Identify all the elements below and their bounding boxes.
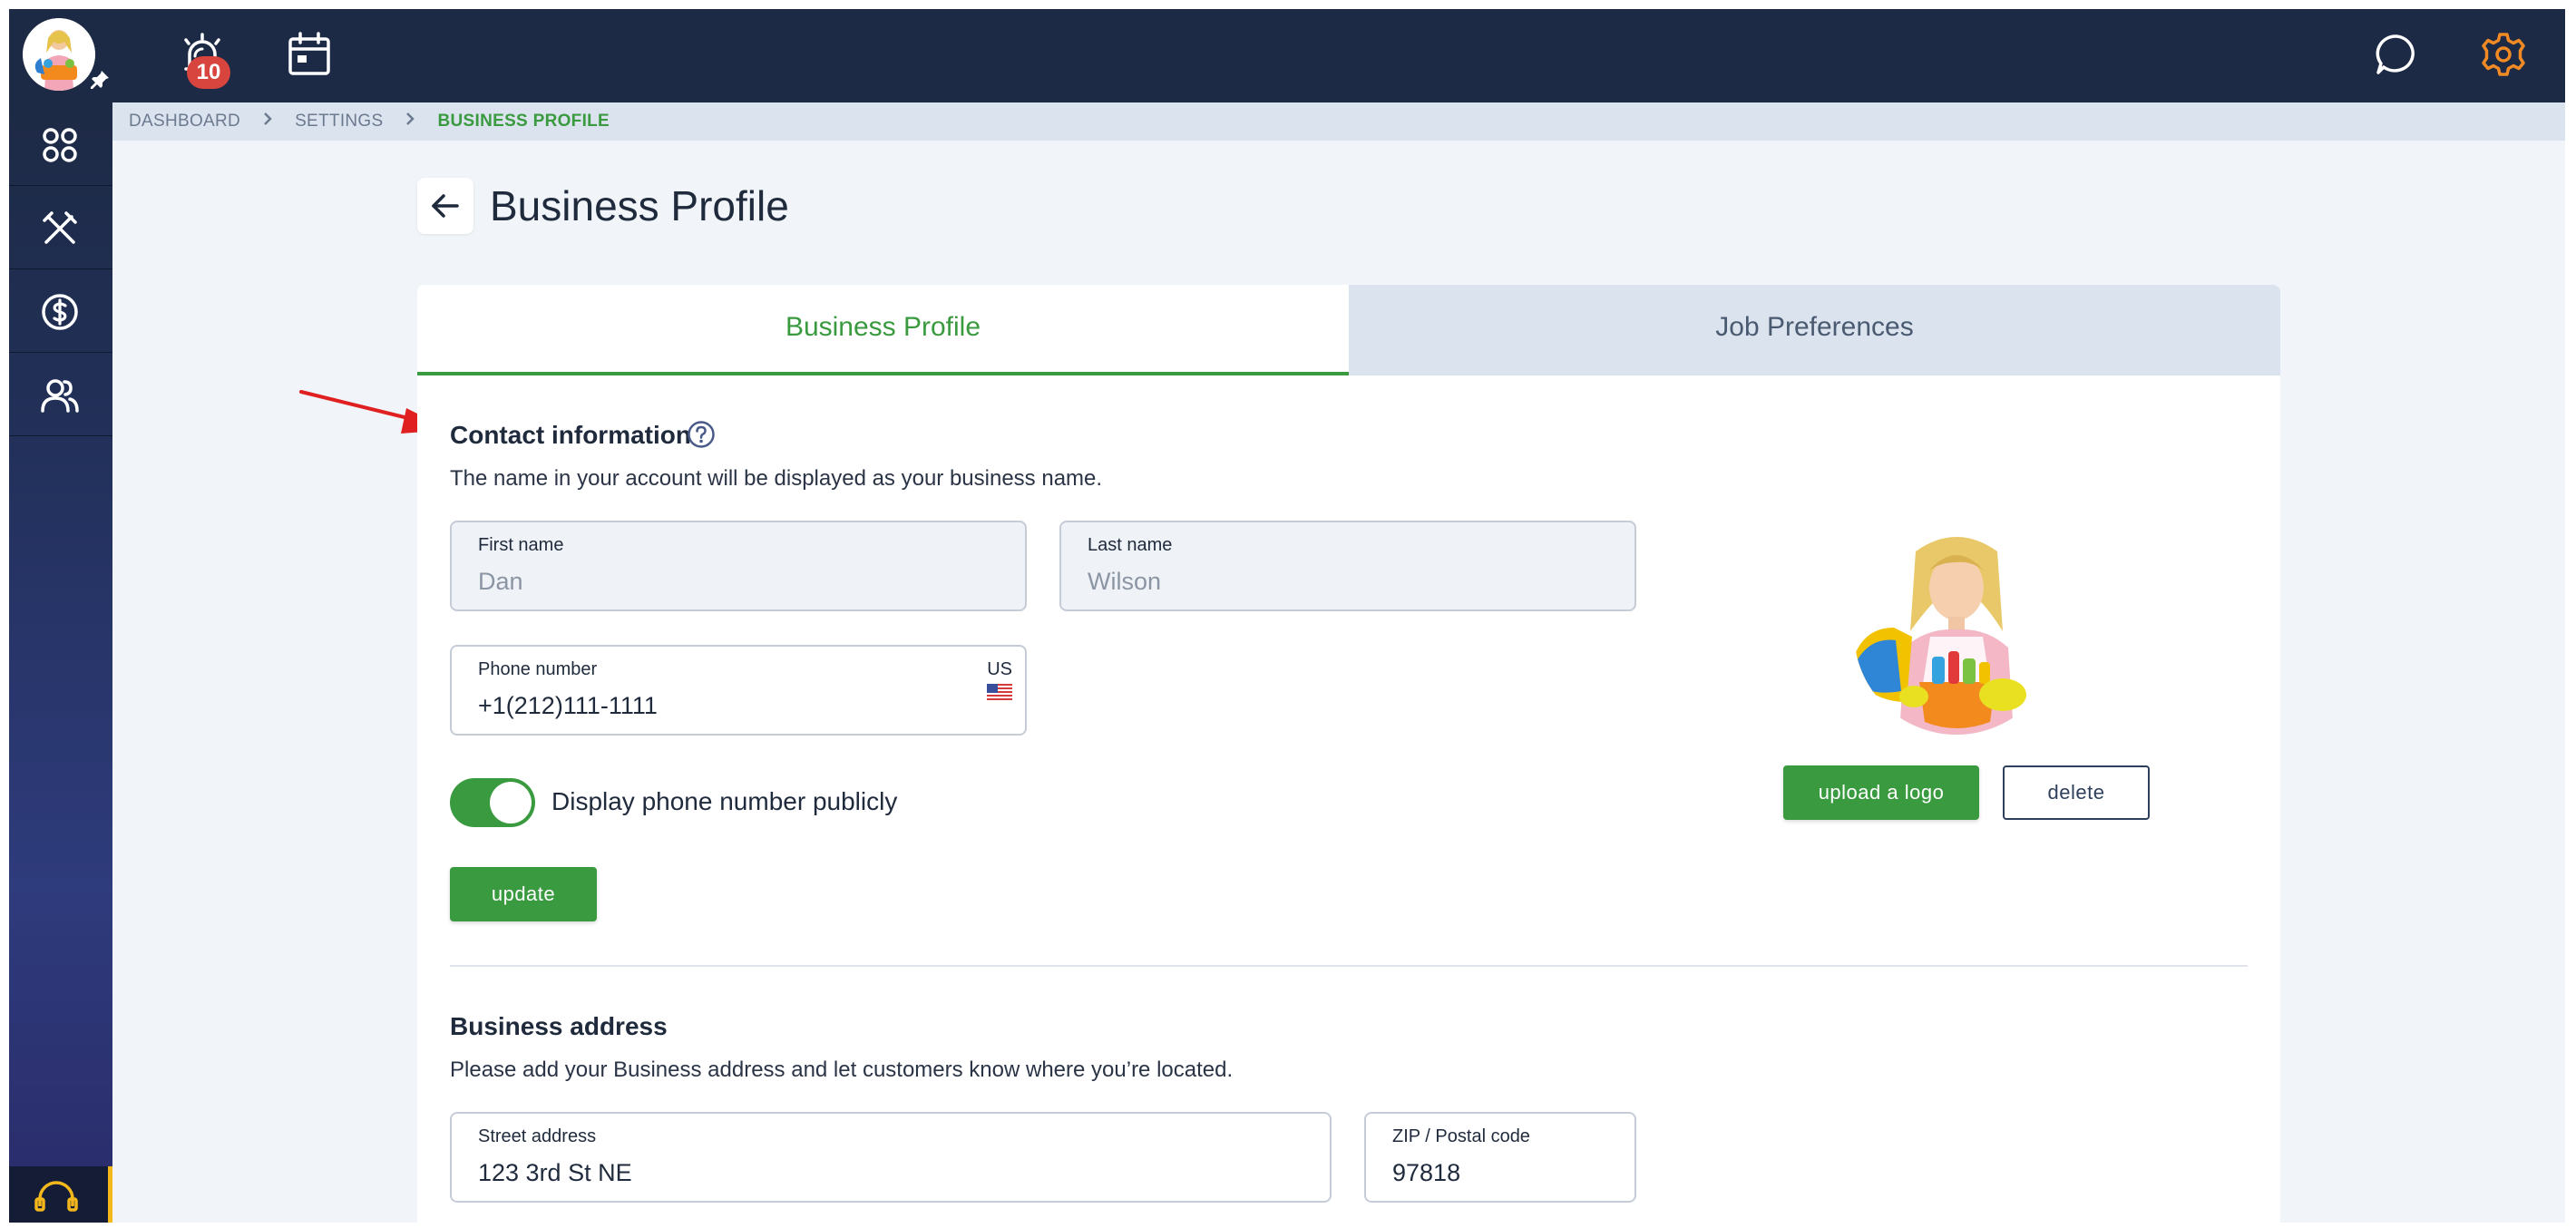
- zip-code-label: ZIP / Postal code: [1392, 1126, 1530, 1146]
- contact-description: The name in your account will be display…: [450, 466, 1103, 491]
- last-name-value: Wilson: [1088, 568, 1162, 595]
- back-button[interactable]: [417, 178, 473, 234]
- first-name-field[interactable]: First name Dan: [450, 521, 1027, 611]
- apps-icon: [43, 128, 77, 162]
- breadcrumb-bar: DASHBOARD SETTINGS BUSINESS PROFILE: [112, 102, 2565, 141]
- first-name-label: First name: [478, 535, 564, 555]
- display-phone-toggle[interactable]: [450, 778, 535, 827]
- help-icon[interactable]: [687, 420, 716, 449]
- top-navbar: 10: [9, 9, 2565, 102]
- pin-icon[interactable]: [89, 69, 111, 91]
- chevron-right-icon: [405, 112, 415, 132]
- arrow-left-icon: [432, 194, 459, 218]
- street-address-label: Street address: [478, 1126, 597, 1146]
- profile-card: Business Profile Job Preferences Contact…: [417, 285, 2280, 1223]
- tab-business-profile[interactable]: Business Profile: [417, 285, 1349, 375]
- phone-number-value: +1(212)111-1111: [478, 692, 658, 719]
- sidebar: [9, 102, 112, 1223]
- section-divider: [450, 965, 2248, 967]
- chat-icon[interactable]: [2371, 29, 2422, 80]
- breadcrumb-dashboard[interactable]: DASHBOARD: [129, 112, 240, 132]
- address-section-title: Business address: [450, 1012, 668, 1040]
- app-window: 10 DASHBOARD SETTINGS BUSINESS PROFILE B…: [9, 9, 2565, 1223]
- page-title: Business Profile: [490, 182, 789, 229]
- support-button[interactable]: [9, 1166, 112, 1223]
- gear-icon[interactable]: [2478, 29, 2529, 80]
- dollar-icon: [42, 294, 78, 330]
- avatar[interactable]: [23, 18, 95, 91]
- tools-icon: [43, 211, 77, 244]
- calendar-icon[interactable]: [284, 29, 335, 80]
- contact-section-title: Contact information: [450, 421, 691, 449]
- zip-code-field[interactable]: ZIP / Postal code 97818: [1364, 1112, 1636, 1203]
- last-name-field[interactable]: Last name Wilson: [1059, 521, 1636, 611]
- sidebar-item-dashboard[interactable]: [9, 102, 112, 186]
- breadcrumb: DASHBOARD SETTINGS BUSINESS PROFILE: [129, 112, 610, 132]
- breadcrumb-current: BUSINESS PROFILE: [437, 112, 610, 131]
- street-address-value: 123 3rd St NE: [478, 1159, 632, 1186]
- us-flag-icon[interactable]: [987, 684, 1012, 702]
- last-name-label: Last name: [1088, 535, 1173, 555]
- country-code[interactable]: US: [987, 659, 1012, 680]
- delete-logo-button[interactable]: delete: [2003, 765, 2150, 820]
- tab-job-preferences[interactable]: Job Preferences: [1349, 285, 2280, 375]
- notification-badge: 10: [187, 56, 230, 89]
- business-logo: [1854, 530, 2059, 735]
- address-description: Please add your Business address and let…: [450, 1057, 1234, 1082]
- display-phone-label: Display phone number publicly: [551, 787, 898, 815]
- phone-number-label: Phone number: [478, 659, 598, 679]
- street-address-field[interactable]: Street address 123 3rd St NE: [450, 1112, 1332, 1203]
- headset-icon: [34, 1181, 78, 1212]
- upload-logo-button[interactable]: upload a logo: [1783, 765, 1979, 820]
- sidebar-item-payments[interactable]: [9, 269, 112, 353]
- phone-number-field[interactable]: Phone number +1(212)111-1111 US: [450, 645, 1027, 736]
- breadcrumb-settings[interactable]: SETTINGS: [295, 112, 383, 132]
- sidebar-item-tools[interactable]: [9, 186, 112, 269]
- sidebar-item-customers[interactable]: [9, 353, 112, 436]
- users-icon: [41, 379, 79, 413]
- zip-code-value: 97818: [1392, 1159, 1461, 1186]
- first-name-value: Dan: [478, 568, 523, 595]
- chevron-right-icon: [262, 112, 273, 132]
- update-button[interactable]: update: [450, 867, 597, 921]
